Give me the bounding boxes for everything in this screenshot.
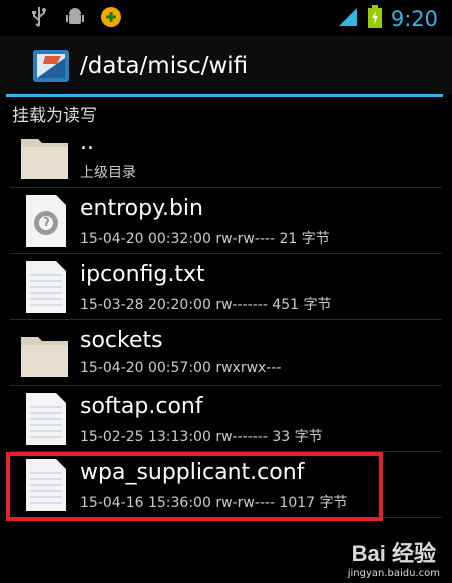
file-meta: 上级目录 xyxy=(80,165,136,181)
list-item[interactable]: .. 上级目录 xyxy=(10,122,442,188)
app-notification-icon xyxy=(100,6,122,28)
file-name: entropy.bin xyxy=(80,196,203,221)
file-meta: 15-02-25 13:13:00 rw------- 33 字节 xyxy=(80,429,323,445)
file-name: .. xyxy=(80,130,94,155)
file-name: softap.conf xyxy=(80,394,203,419)
watermark-logo: Bai 经验 xyxy=(351,541,437,566)
highlight-box xyxy=(6,452,383,521)
file-name: sockets xyxy=(80,328,163,353)
clock: 9:20 xyxy=(390,7,438,31)
status-bar: 9:20 xyxy=(0,0,452,36)
list-item[interactable]: ipconfig.txt 15-03-28 20:20:00 rw-------… xyxy=(10,254,442,320)
list-item[interactable]: softap.conf 15-02-25 13:13:00 rw------- … xyxy=(10,386,442,452)
battery-icon xyxy=(367,5,383,33)
file-meta: 15-04-20 00:32:00 rw-rw---- 21 字节 xyxy=(80,231,330,247)
file-meta: 15-04-20 00:57:00 rwxrwx--- xyxy=(80,360,282,376)
file-meta: 15-03-28 20:20:00 rw------- 451 字节 xyxy=(80,297,332,313)
folder-icon xyxy=(18,127,72,183)
folder-icon xyxy=(18,325,72,381)
text-file-icon xyxy=(18,391,72,447)
android-debug-icon xyxy=(64,6,86,28)
watermark: Bai 经验 jingyan.baidu.com xyxy=(348,536,440,579)
list-item[interactable]: entropy.bin 15-04-20 00:32:00 rw-rw---- … xyxy=(10,188,442,254)
action-bar-divider xyxy=(6,94,443,97)
binary-file-icon xyxy=(18,193,72,249)
file-manager-app-icon[interactable] xyxy=(31,46,71,86)
signal-icon xyxy=(337,6,359,32)
usb-icon xyxy=(28,6,50,28)
file-name: ipconfig.txt xyxy=(80,262,205,287)
list-item[interactable]: sockets 15-04-20 00:57:00 rwxrwx--- xyxy=(10,320,442,386)
watermark-url: jingyan.baidu.com xyxy=(347,568,440,579)
current-path-title: /data/misc/wifi xyxy=(80,53,249,79)
text-file-icon xyxy=(18,259,72,315)
